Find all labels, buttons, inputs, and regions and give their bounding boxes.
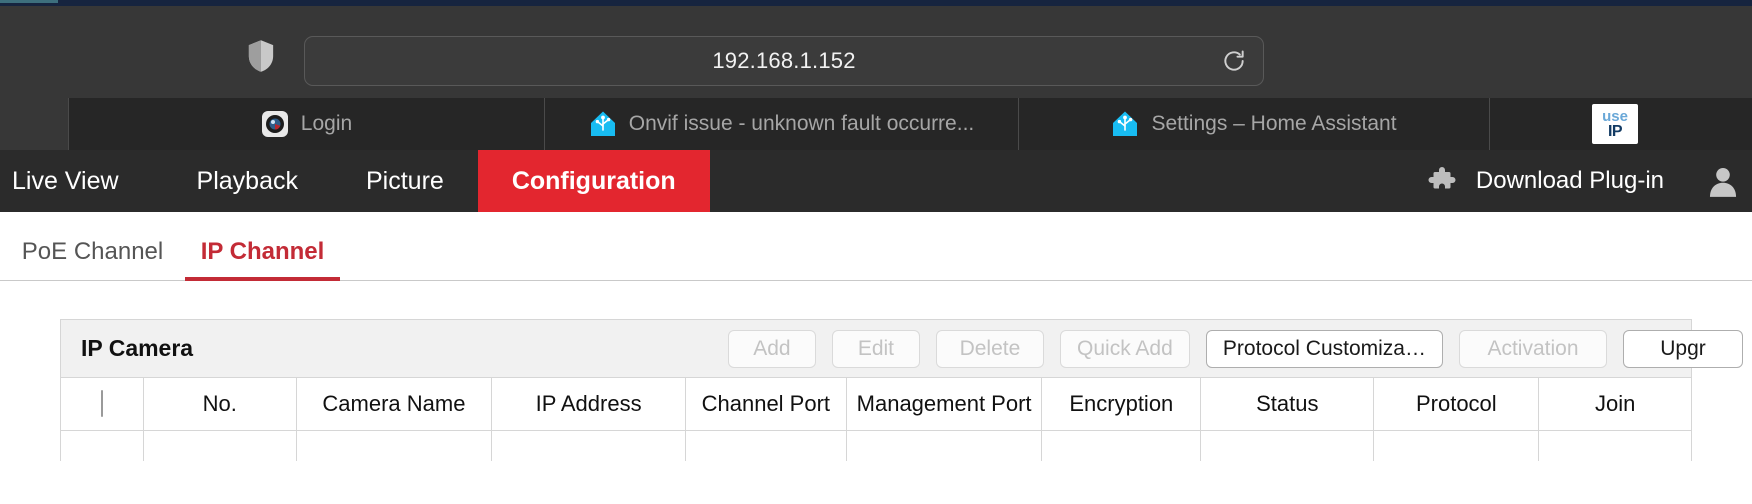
activation-button[interactable]: Activation (1459, 329, 1607, 368)
nav-item-live-view[interactable]: Live View (0, 150, 163, 212)
use-ip-favicon-bottom: IP (1607, 122, 1623, 140)
nav-item-picture[interactable]: Picture (332, 150, 478, 212)
select-all-checkbox[interactable] (100, 390, 103, 417)
edit-button[interactable]: Edit (831, 329, 920, 368)
subtab-label: PoE Channel (21, 238, 164, 265)
row-cell (491, 430, 686, 461)
browser-tab-title: Onvif issue - unknown fault occurre... (628, 112, 975, 135)
row-cell (296, 430, 493, 461)
upgrade-button[interactable]: Upgr (1623, 329, 1743, 368)
nav-item-playback[interactable]: Playback (163, 150, 332, 212)
row-cell (1373, 430, 1540, 461)
column-header-ip-address[interactable]: IP Address (491, 377, 686, 431)
browser-tab-title: Settings – Home Assistant (1151, 112, 1397, 135)
subtab-ip-channel[interactable]: IP Channel (185, 238, 340, 281)
nav-right-group: Download Plug-in (1428, 150, 1752, 212)
table-row[interactable] (61, 430, 1691, 461)
row-cell (61, 430, 144, 461)
column-header-management-port[interactable]: Management Port (846, 377, 1043, 431)
select-all-header (61, 377, 144, 431)
column-header-status[interactable]: Status (1200, 377, 1375, 431)
browser-toolbar: 192.168.1.152 (0, 6, 1752, 98)
user-account-icon[interactable] (1706, 164, 1740, 198)
address-bar-text: 192.168.1.152 (712, 48, 856, 73)
column-header-encryption[interactable]: Encryption (1041, 377, 1202, 431)
address-bar[interactable]: 192.168.1.152 (304, 36, 1264, 86)
row-cell (846, 430, 1043, 461)
content-area: IP Camera Add Edit Delete Quick Add Prot… (0, 281, 1752, 461)
column-header-camera-name[interactable]: Camera Name (296, 377, 493, 431)
row-cell (1538, 430, 1691, 461)
home-assistant-favicon-icon (1111, 110, 1139, 138)
puzzle-piece-icon (1428, 166, 1458, 196)
nav-item-label: Playback (196, 166, 298, 195)
row-cell (685, 430, 847, 461)
nav-item-configuration[interactable]: Configuration (477, 150, 710, 212)
quick-add-button[interactable]: Quick Add (1059, 329, 1190, 368)
row-cell (1041, 430, 1202, 461)
column-header-join[interactable]: Join (1538, 377, 1691, 431)
row-cell (143, 430, 297, 461)
use-ip-favicon-top: use (1602, 107, 1628, 125)
tab-strip-spacer (0, 98, 68, 150)
browser-tab-title: Login (300, 112, 353, 135)
shield-icon[interactable] (246, 39, 276, 73)
column-header-no[interactable]: No. (143, 377, 297, 431)
home-assistant-favicon-icon (589, 110, 617, 138)
row-cell (1200, 430, 1375, 461)
browser-tab-use-ip[interactable]: use IP (1489, 98, 1752, 150)
reload-icon[interactable] (1221, 48, 1247, 74)
subtab-poe-channel[interactable]: PoE Channel (0, 238, 185, 280)
browser-tab-settings-home-assistant[interactable]: Settings – Home Assistant (1018, 98, 1489, 150)
nav-item-label: Live View (12, 166, 119, 195)
use-ip-favicon-icon: use IP (1592, 104, 1638, 144)
ip-camera-panel: IP Camera Add Edit Delete Quick Add Prot… (60, 319, 1743, 461)
tab-strip: Login Onvif issue - unknown fault occurr… (0, 98, 1752, 150)
ip-camera-table-body (61, 430, 1691, 461)
ip-camera-table: No. Camera Name IP Address Channel Port … (61, 377, 1691, 461)
nav-item-label: Configuration (511, 166, 676, 195)
browser-window: 192.168.1.152 Login Onvif issue - unknow… (0, 0, 1752, 504)
ip-camera-panel-header: IP Camera Add Edit Delete Quick Add Prot… (61, 320, 1743, 377)
column-header-protocol[interactable]: Protocol (1373, 377, 1540, 431)
device-main-nav: Live View Playback Picture Configuration… (0, 150, 1752, 212)
protocol-customization-button[interactable]: Protocol Customiza… (1205, 329, 1443, 368)
panel-action-buttons: Add Edit Delete Quick Add Protocol Custo… (727, 329, 1743, 368)
table-header-row: No. Camera Name IP Address Channel Port … (61, 377, 1691, 431)
column-header-channel-port[interactable]: Channel Port (685, 377, 847, 431)
add-button[interactable]: Add (727, 329, 816, 368)
nav-item-label: Picture (366, 166, 444, 195)
ip-camera-table-header: No. Camera Name IP Address Channel Port … (61, 377, 1691, 431)
camera-favicon-icon (261, 110, 289, 138)
browser-tab-login[interactable]: Login (68, 98, 544, 150)
subtab-label: IP Channel (200, 238, 325, 265)
window-strip-accent (0, 0, 58, 3)
download-plugin-label[interactable]: Download Plug-in (1476, 167, 1664, 195)
config-subtab-bar: PoE Channel IP Channel (0, 212, 1752, 281)
panel-title: IP Camera (81, 335, 194, 361)
delete-button[interactable]: Delete (935, 329, 1044, 368)
browser-tab-onvif-issue[interactable]: Onvif issue - unknown fault occurre... (544, 98, 1018, 150)
